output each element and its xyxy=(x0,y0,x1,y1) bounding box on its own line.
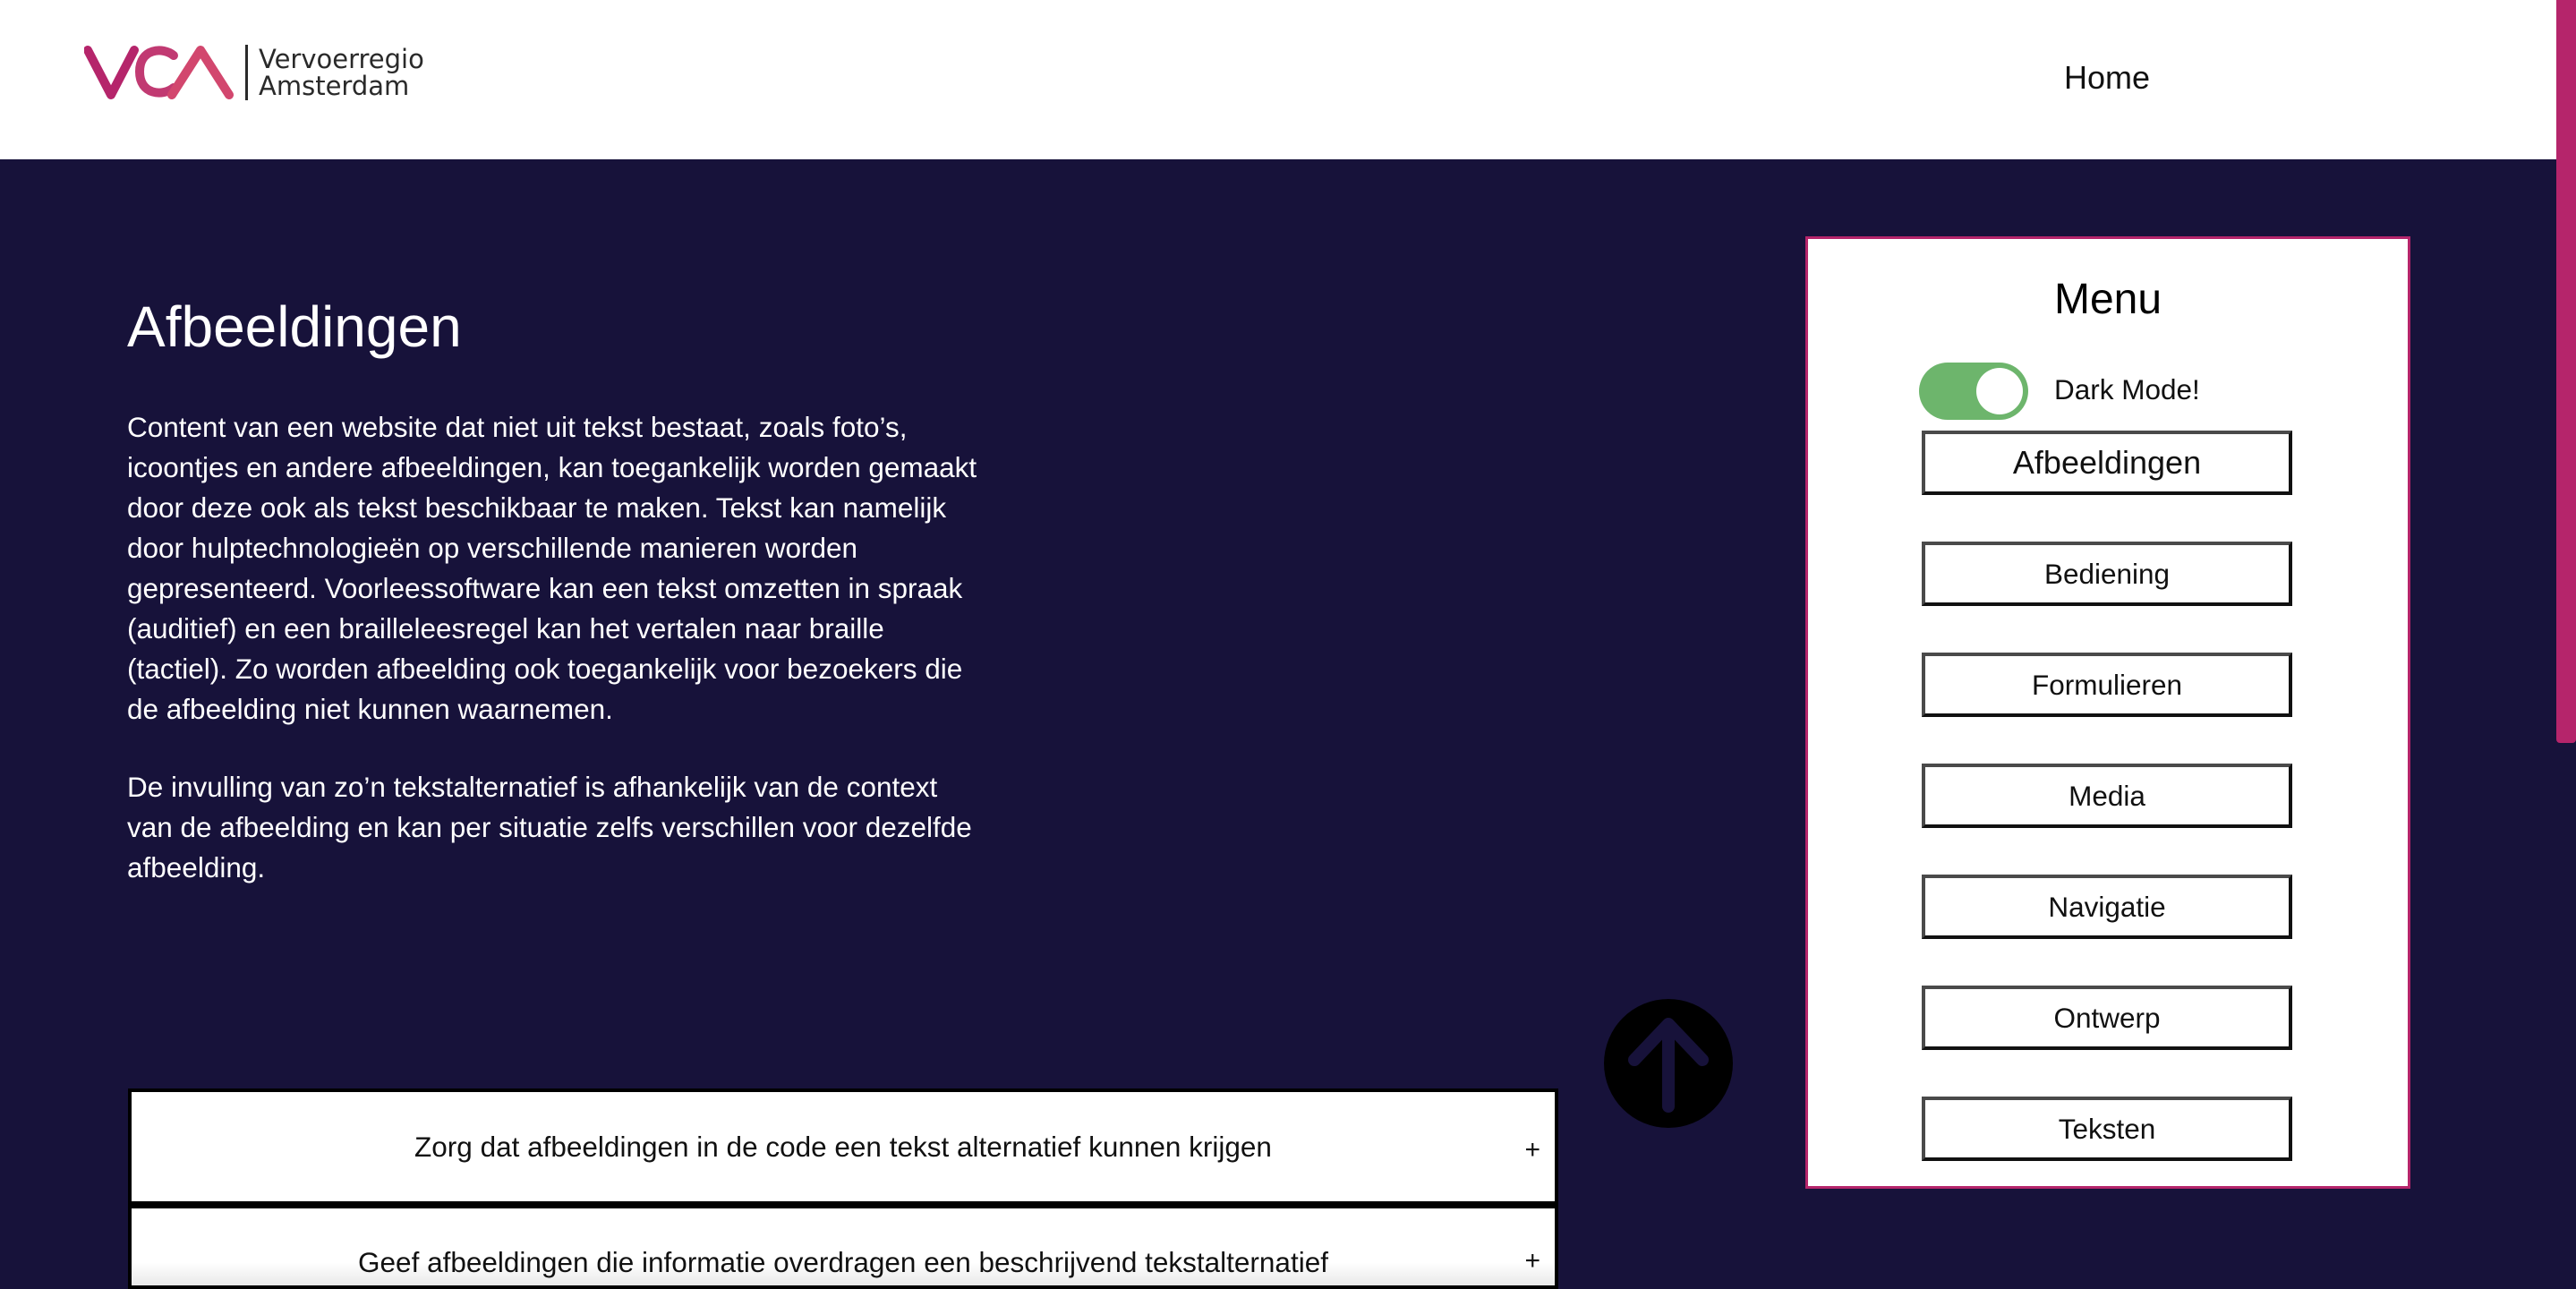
intro-paragraph: Content van een website dat niet uit tek… xyxy=(127,411,977,725)
scroll-to-top-button[interactable] xyxy=(1604,999,1733,1128)
vra-logo-icon xyxy=(84,46,234,99)
dark-mode-toggle[interactable] xyxy=(1919,363,2028,420)
site-header: Vervoerregio Amsterdam Home xyxy=(0,0,2556,159)
logo-line-1: Vervoerregio xyxy=(259,44,424,74)
menu-item-teksten[interactable]: Teksten xyxy=(1922,1097,2292,1161)
plus-icon[interactable]: + xyxy=(1524,1135,1540,1165)
arrow-up-icon xyxy=(1628,1018,1709,1113)
scrollbar-thumb[interactable] xyxy=(2556,0,2576,743)
menu-item-afbeeldingen[interactable]: Afbeeldingen xyxy=(1922,431,2292,495)
plus-icon[interactable]: + xyxy=(1524,1246,1540,1276)
menu-item-media[interactable]: Media xyxy=(1922,764,2292,828)
dark-mode-label: Dark Mode! xyxy=(2054,373,2200,405)
page-title: Afbeeldingen xyxy=(127,295,462,359)
menu-title: Menu xyxy=(2053,276,2162,323)
site-logo[interactable]: Vervoerregio Amsterdam xyxy=(84,43,424,102)
logo-line-2: Amsterdam xyxy=(259,71,410,101)
logo-text: Vervoerregio Amsterdam xyxy=(259,46,424,99)
nav-home-link[interactable]: Home xyxy=(2064,59,2150,97)
menu-item-bediening[interactable]: Bediening xyxy=(1922,542,2292,606)
menu-item-ontwerp[interactable]: Ontwerp xyxy=(1922,986,2292,1050)
accordion-item-label: Zorg dat afbeeldingen in de code een tek… xyxy=(414,1130,1272,1163)
toggle-knob xyxy=(1976,368,2023,414)
menu-item-navigatie[interactable]: Navigatie xyxy=(1922,875,2292,939)
side-menu: Menu Dark Mode! Afbeeldingen Bediening F… xyxy=(1805,236,2410,1189)
menu-item-formulieren[interactable]: Formulieren xyxy=(1922,653,2292,717)
accordion-item-text-alternative-code[interactable]: Zorg dat afbeeldingen in de code een tek… xyxy=(128,1088,1558,1205)
accordion-item-descriptive-alternative[interactable]: Geef afbeeldingen die informatie overdra… xyxy=(128,1205,1558,1289)
logo-divider xyxy=(245,45,248,100)
accordion-item-label: Geef afbeeldingen die informatie overdra… xyxy=(358,1246,1328,1278)
context-paragraph: De invulling van zo’n tekstalternatief i… xyxy=(127,771,972,884)
